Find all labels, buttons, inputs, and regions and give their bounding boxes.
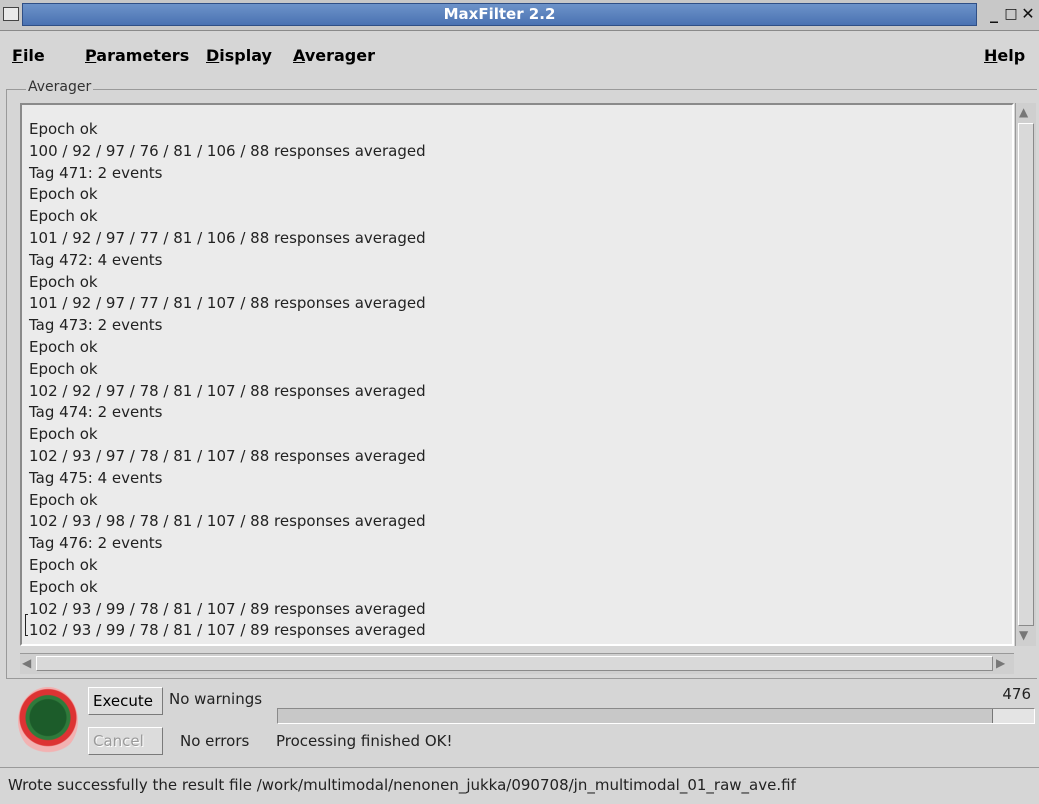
log-line: 101 / 92 / 97 / 77 / 81 / 107 / 88 respo… <box>29 294 426 313</box>
progress-counter: 476 <box>1002 685 1031 703</box>
progress-bar-indicator <box>992 709 1034 723</box>
horizontal-scrollbar[interactable]: ◀ ▶ <box>20 653 1014 674</box>
log-line: 102 / 93 / 99 / 78 / 81 / 107 / 89 respo… <box>29 621 426 640</box>
averager-frame-label: Averager <box>26 79 94 95</box>
averager-log[interactable]: Epoch ok 100 / 92 / 97 / 76 / 81 / 106 / … <box>20 103 1014 646</box>
text-cursor <box>25 614 28 636</box>
log-line: Epoch ok <box>29 359 98 378</box>
status-message: Wrote successfully the result file /work… <box>8 776 796 794</box>
maxfilter-logo-icon <box>18 687 78 755</box>
log-line: Tag 471: 2 events <box>29 163 163 182</box>
log-line: Epoch ok <box>29 207 98 226</box>
log-line: 102 / 93 / 97 / 78 / 81 / 107 / 88 respo… <box>29 446 426 465</box>
log-line: Epoch ok <box>29 120 98 138</box>
log-line: 100 / 92 / 97 / 76 / 81 / 106 / 88 respo… <box>29 141 426 160</box>
log-line: Tag 472: 4 events <box>29 250 163 269</box>
log-line: Tag 473: 2 events <box>29 316 163 335</box>
processing-status: Processing finished OK! <box>276 732 453 750</box>
log-line: Epoch ok <box>29 185 98 204</box>
menu-help[interactable]: Help <box>984 46 1025 65</box>
log-line: Epoch ok <box>29 272 98 291</box>
log-line: Epoch ok <box>29 577 98 596</box>
menu-bar: File Parameters Display Averager Help <box>0 31 1039 81</box>
warnings-status: No warnings <box>169 690 263 708</box>
log-lines: Epoch ok 100 / 92 / 97 / 76 / 81 / 106 / … <box>29 119 426 642</box>
log-line: 102 / 93 / 99 / 78 / 81 / 107 / 89 respo… <box>29 599 426 618</box>
scroll-up-arrow-icon[interactable]: ▲ <box>1019 106 1028 118</box>
log-line: Tag 475: 4 events <box>29 468 163 487</box>
minimize-icon[interactable]: _ <box>985 4 1003 24</box>
log-line: 102 / 93 / 98 / 78 / 81 / 107 / 88 respo… <box>29 512 426 531</box>
errors-status: No errors <box>180 732 250 750</box>
close-icon[interactable]: ✕ <box>1019 4 1037 24</box>
log-line: Epoch ok <box>29 490 98 509</box>
maximize-icon[interactable]: □ <box>1002 4 1020 24</box>
log-line: Epoch ok <box>29 337 98 356</box>
execute-button[interactable]: Execute <box>88 687 163 715</box>
log-line: 101 / 92 / 97 / 77 / 81 / 106 / 88 respo… <box>29 228 426 247</box>
log-line: Epoch ok <box>29 555 98 574</box>
log-line: Epoch ok <box>29 425 98 444</box>
status-bar: Wrote successfully the result file /work… <box>0 767 1039 804</box>
vertical-scroll-thumb[interactable] <box>1018 123 1034 626</box>
window-title: MaxFilter 2.2 <box>22 3 977 26</box>
log-line: Tag 476: 2 events <box>29 534 163 553</box>
menu-display[interactable]: Display <box>206 46 272 65</box>
scroll-left-arrow-icon[interactable]: ◀ <box>22 657 31 669</box>
scroll-down-arrow-icon[interactable]: ▼ <box>1019 629 1028 641</box>
horizontal-scroll-thumb[interactable] <box>36 656 993 671</box>
menu-file[interactable]: File <box>12 46 45 65</box>
log-line: 102 / 92 / 97 / 78 / 81 / 107 / 88 respo… <box>29 381 426 400</box>
menu-averager[interactable]: Averager <box>293 46 375 65</box>
title-bar: MaxFilter 2.2 _ □ ✕ <box>0 0 1039 31</box>
menu-parameters[interactable]: Parameters <box>85 46 189 65</box>
scroll-right-arrow-icon[interactable]: ▶ <box>996 657 1005 669</box>
vertical-scrollbar[interactable]: ▲ ▼ <box>1015 103 1036 646</box>
window-menu-icon[interactable] <box>3 7 19 21</box>
cancel-button[interactable]: Cancel <box>88 727 163 755</box>
log-line: Tag 474: 2 events <box>29 403 163 422</box>
progress-bar <box>277 708 1035 724</box>
